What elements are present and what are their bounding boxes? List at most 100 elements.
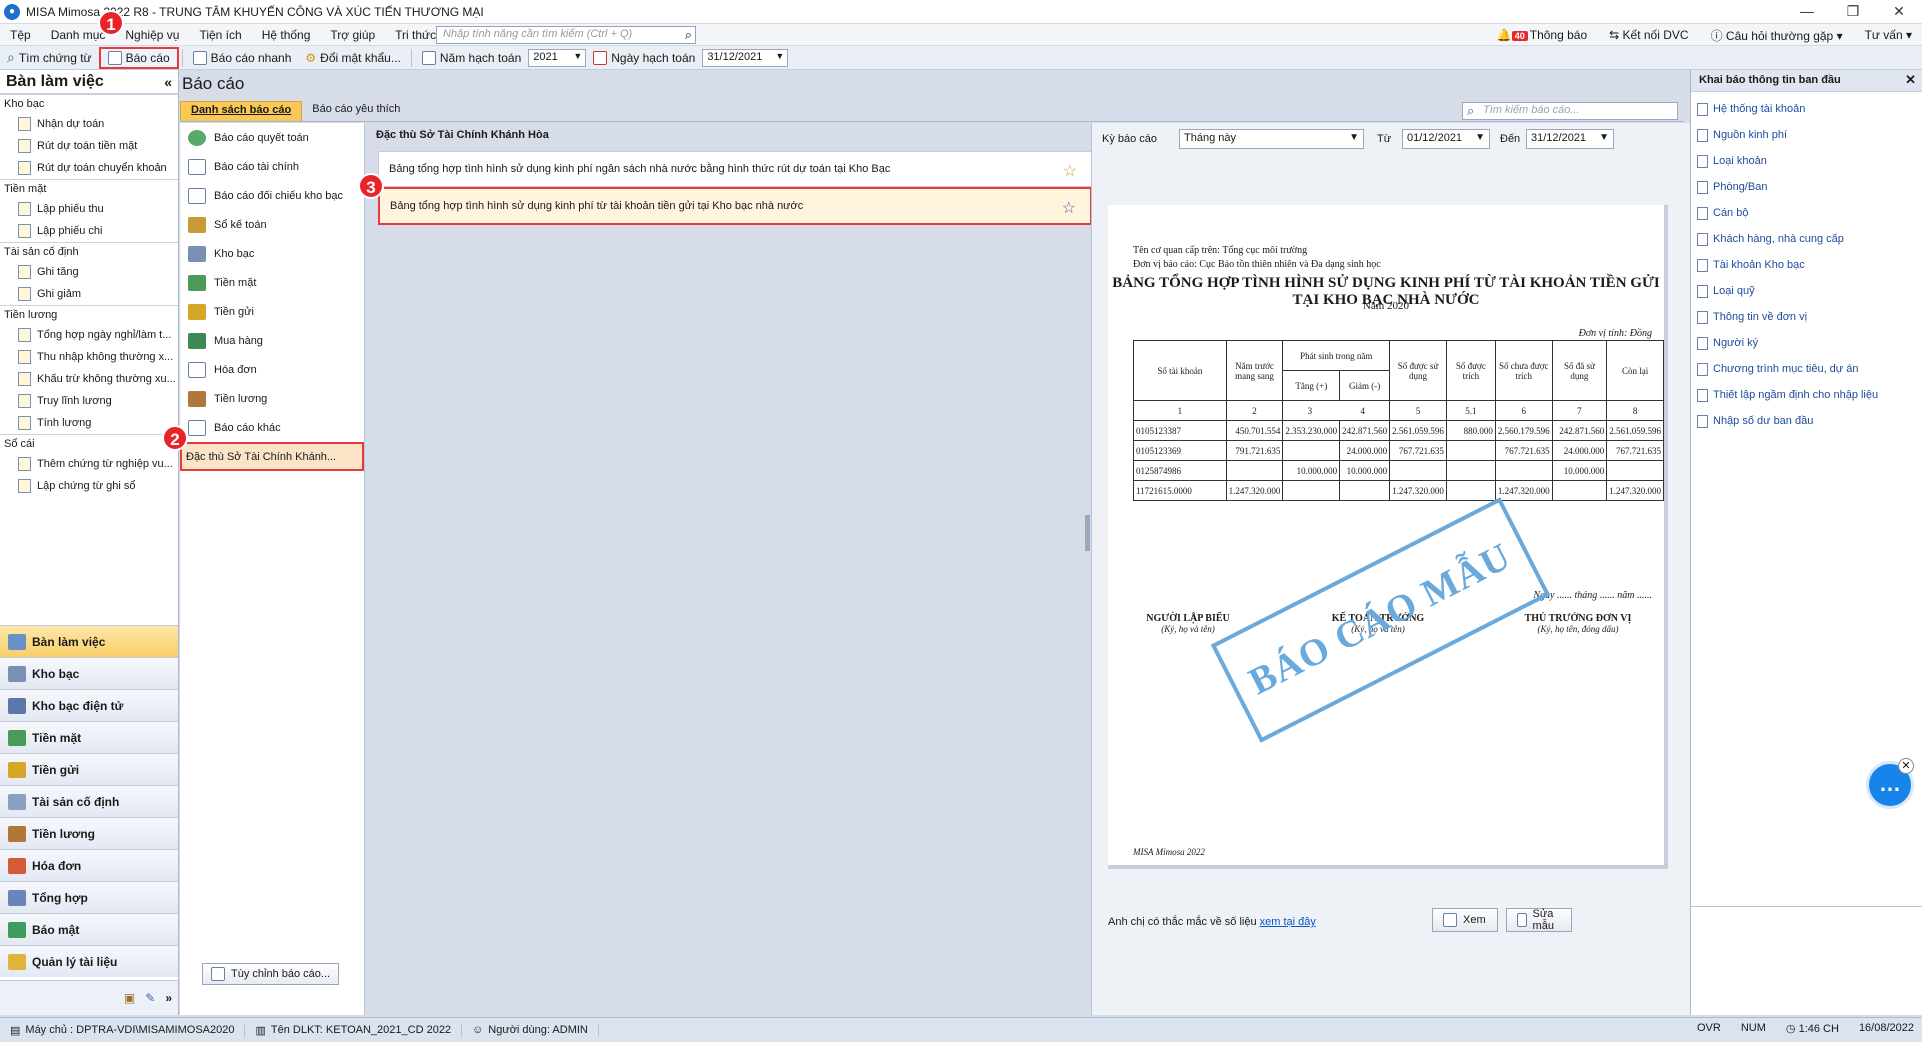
- to-date-picker[interactable]: 31/12/2021 ▼: [1526, 129, 1614, 149]
- report-search-input[interactable]: ⌕ Tìm kiếm báo cáo...: [1462, 102, 1678, 120]
- module-treasury[interactable]: Kho bạc: [0, 657, 178, 689]
- minimize-icon[interactable]: —: [1784, 0, 1830, 24]
- advice-button[interactable]: Tư vấn ▾: [1865, 28, 1912, 42]
- setup-link[interactable]: Nhập số dư ban đầu: [1691, 408, 1922, 434]
- module-e-treasury[interactable]: Kho bạc điện tử: [0, 689, 178, 721]
- category-item[interactable]: Báo cáo tài chính: [180, 152, 364, 181]
- list-item[interactable]: Ghi giảm: [0, 283, 178, 305]
- tab-favorite-reports[interactable]: Báo cáo yêu thích: [302, 101, 410, 121]
- category-item-selected[interactable]: Đặc thù Sở Tài Chính Khánh...: [180, 442, 364, 471]
- module-cash[interactable]: Tiền mặt: [0, 721, 178, 753]
- category-item[interactable]: Báo cáo khác: [180, 413, 364, 442]
- feature-search-input[interactable]: Nhập tính năng cần tìm kiếm (Ctrl + Q) ⌕: [436, 26, 696, 44]
- quick-report-button[interactable]: Báo cáo nhanh: [186, 47, 299, 69]
- module-salary[interactable]: Tiền lương: [0, 817, 178, 849]
- list-item[interactable]: Truy lĩnh lương: [0, 390, 178, 412]
- period-select[interactable]: Tháng này ▼: [1179, 129, 1364, 149]
- menu-utilities[interactable]: Tiện ích: [189, 28, 251, 42]
- customize-report-button[interactable]: Tùy chỉnh báo cáo...: [202, 963, 340, 985]
- search-icon[interactable]: ⌕: [685, 27, 692, 43]
- category-item[interactable]: Mua hàng: [180, 326, 364, 355]
- list-item[interactable]: Lập chứng từ ghi sổ: [0, 475, 178, 497]
- category-item[interactable]: Kho bạc: [180, 239, 364, 268]
- find-voucher-button[interactable]: ⌕ Tìm chứng từ: [0, 47, 99, 69]
- category-item[interactable]: Tiền gửi: [180, 297, 364, 326]
- module-documents[interactable]: Quản lý tài liệu: [0, 945, 178, 977]
- view-button[interactable]: Xem: [1432, 908, 1498, 932]
- setup-link[interactable]: Tài khoản Kho bạc: [1691, 252, 1922, 278]
- setup-link[interactable]: Thông tin về đơn vị: [1691, 304, 1922, 330]
- module-deposit[interactable]: Tiền gửi: [0, 753, 178, 785]
- list-item[interactable]: Rút dự toán tiền mặt: [0, 135, 178, 157]
- report-button[interactable]: Báo cáo: [98, 46, 179, 69]
- close-icon[interactable]: ✕: [1905, 72, 1916, 88]
- setup-link[interactable]: Loại quỹ: [1691, 278, 1922, 304]
- menu-help[interactable]: Trợ giúp: [320, 28, 385, 42]
- list-item[interactable]: Khấu trừ không thường xu...: [0, 368, 178, 390]
- module-workspace[interactable]: Bàn làm việc: [0, 625, 178, 657]
- notifications-button[interactable]: 🔔 40 Thông báo: [1497, 28, 1587, 42]
- chevron-down-icon: ▼: [1475, 132, 1485, 143]
- fiscal-year-label: Năm hạch toán: [439, 50, 522, 65]
- menu-system[interactable]: Hệ thống: [252, 28, 321, 42]
- setup-link[interactable]: Chương trình mục tiêu, dự án: [1691, 356, 1922, 382]
- star-filled-icon[interactable]: ☆: [1063, 161, 1077, 181]
- category-item[interactable]: Hóa đơn: [180, 355, 364, 384]
- chevron-right-icon[interactable]: »: [165, 991, 172, 1005]
- list-item[interactable]: Lập phiếu chi: [0, 220, 178, 242]
- setup-link[interactable]: Hệ thống tài khoản: [1691, 96, 1922, 122]
- collapse-icon[interactable]: «: [164, 74, 172, 90]
- close-icon[interactable]: ✕: [1876, 0, 1922, 24]
- setup-link[interactable]: Cán bộ: [1691, 200, 1922, 226]
- title-bar: ● MISA Mimosa 2022 R8 - TRUNG TÂM KHUYẾN…: [0, 0, 1922, 24]
- change-password-button[interactable]: ⚙ Đổi mật khẩu...: [298, 47, 407, 69]
- edit-icon[interactable]: ✎: [145, 991, 155, 1005]
- menu-operations[interactable]: Nghiệp vụ: [115, 28, 189, 42]
- list-item[interactable]: Tính lương: [0, 412, 178, 434]
- list-item[interactable]: Nhận dự toán: [0, 113, 178, 135]
- setup-link[interactable]: Phòng/Ban: [1691, 174, 1922, 200]
- menu-file[interactable]: Tệp: [0, 28, 41, 42]
- list-item[interactable]: Lập phiếu thu: [0, 198, 178, 220]
- category-item[interactable]: Sổ kế toán: [180, 210, 364, 239]
- bell-icon: 🔔: [1496, 28, 1512, 42]
- tab-report-list[interactable]: Danh sách báo cáo: [180, 101, 303, 121]
- list-item[interactable]: Rút dự toán chuyển khoản: [0, 157, 178, 179]
- splitter-handle[interactable]: [1085, 515, 1090, 551]
- setup-link[interactable]: Loại khoản: [1691, 148, 1922, 174]
- category-item[interactable]: Báo cáo đối chiếu kho bạc: [180, 181, 364, 210]
- restore-icon[interactable]: ❐: [1830, 0, 1876, 24]
- from-date-picker[interactable]: 01/12/2021 ▼: [1402, 129, 1490, 149]
- setup-link[interactable]: Nguồn kinh phí: [1691, 122, 1922, 148]
- edit-template-button[interactable]: Sửa mẫu: [1506, 908, 1572, 932]
- list-item[interactable]: Thêm chứng từ nghiệp vu...: [0, 453, 178, 475]
- category-item[interactable]: Tiền lương: [180, 384, 364, 413]
- module-summary[interactable]: Tổng hợp: [0, 881, 178, 913]
- module-fixed-assets[interactable]: Tài sản cố định: [0, 785, 178, 817]
- setup-link[interactable]: Người ký: [1691, 330, 1922, 356]
- setup-link[interactable]: Thiết lập ngầm định cho nhập liệu: [1691, 382, 1922, 408]
- category-item[interactable]: Báo cáo quyết toán: [180, 123, 364, 152]
- close-icon[interactable]: ✕: [1898, 758, 1914, 774]
- chevron-down-icon: ▼: [775, 50, 785, 61]
- list-item[interactable]: Tổng hợp ngày nghỉ/làm t...: [0, 324, 178, 346]
- setup-link[interactable]: Khách hàng, nhà cung cấp: [1691, 226, 1922, 252]
- list-item[interactable]: Thu nhập không thường x...: [0, 346, 178, 368]
- report-item[interactable]: Bảng tổng hợp tình hình sử dụng kinh phí…: [378, 151, 1092, 187]
- star-icon[interactable]: ☆: [1062, 198, 1076, 218]
- report-item-selected[interactable]: Bảng tổng hợp tình hình sử dụng kinh phí…: [378, 187, 1092, 225]
- accounting-date-picker[interactable]: 31/12/2021 ▼: [702, 48, 789, 67]
- col-increase: Tăng (+): [1282, 370, 1341, 401]
- fiscal-year-select[interactable]: 2021 ▼: [528, 48, 587, 67]
- status-server-text: Máy chủ : DPTRA-VDI\MISAMIMOSA2020: [25, 1024, 235, 1036]
- briefcase-icon[interactable]: ▣: [124, 991, 135, 1005]
- list-item[interactable]: Ghi tăng: [0, 261, 178, 283]
- category-item[interactable]: Tiền mặt: [180, 268, 364, 297]
- table-cell: 0105123387: [1133, 420, 1227, 441]
- faq-button[interactable]: ⓘ Câu hỏi thường gặp ▾: [1711, 27, 1843, 44]
- connect-dvc-button[interactable]: ⇆ Kết nối DVC: [1609, 28, 1688, 42]
- module-invoice[interactable]: Hóa đơn: [0, 849, 178, 881]
- question-link[interactable]: xem tại đây: [1260, 916, 1316, 928]
- module-security[interactable]: Báo mật: [0, 913, 178, 945]
- folder-icon: [8, 953, 26, 970]
